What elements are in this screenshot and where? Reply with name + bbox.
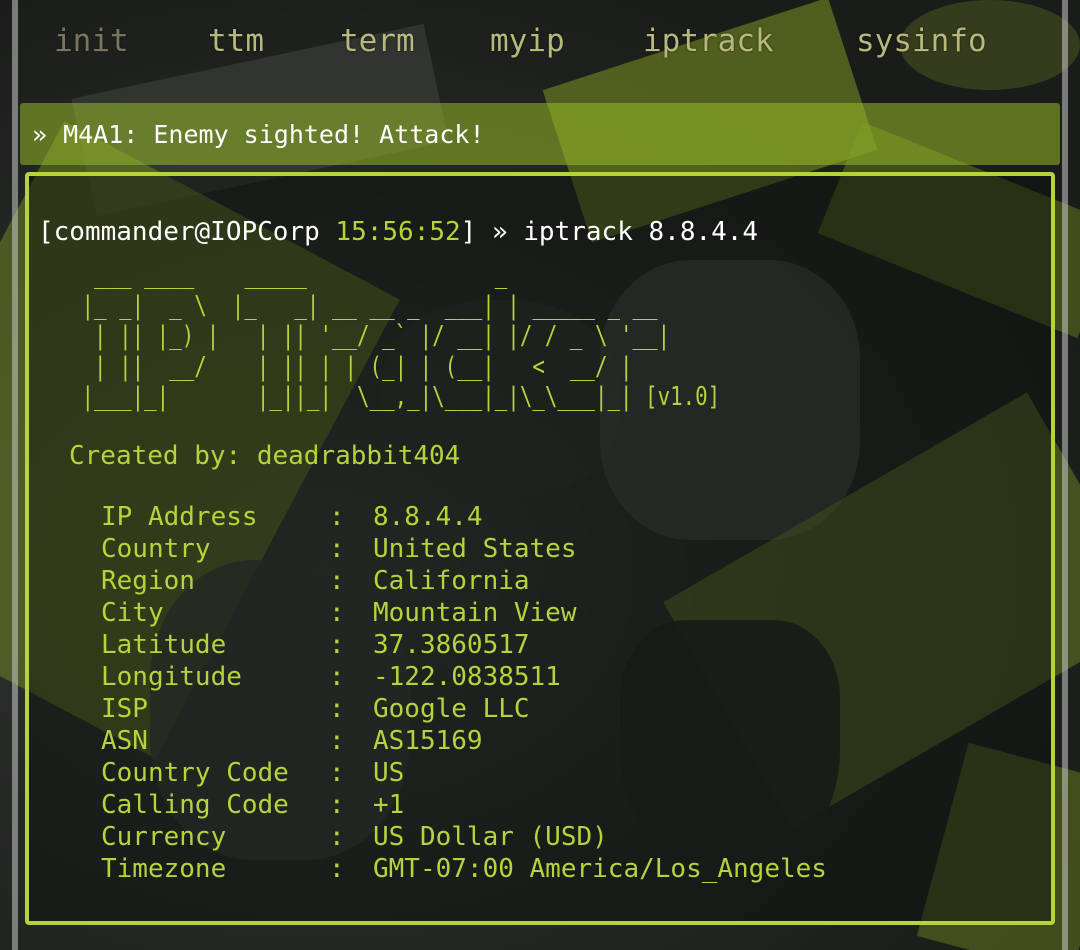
nav-item-iptrack[interactable]: iptrack bbox=[643, 18, 774, 64]
info-value: AS15169 bbox=[373, 726, 483, 756]
nav-item-myip[interactable]: myip bbox=[490, 18, 565, 64]
notification-text: M4A1: Enemy sighted! Attack! bbox=[63, 119, 485, 149]
created-by-text: Created by: deadrabbit404 bbox=[69, 441, 461, 471]
ip-info-list: IP Address:8.8.4.4 Country: United States R… bbox=[101, 501, 1001, 885]
nav-item-sysinfo[interactable]: sysinfo bbox=[856, 18, 987, 64]
info-key: City bbox=[101, 598, 164, 628]
info-key: ISP bbox=[101, 694, 148, 724]
prompt-close: ] » bbox=[460, 217, 524, 247]
info-row: Country: United States bbox=[101, 533, 1001, 565]
info-value: US Dollar (USD) bbox=[373, 822, 608, 852]
info-row: Currency: US Dollar (USD) bbox=[101, 821, 1001, 853]
info-row: Latitude:37.3860517 bbox=[101, 629, 1001, 661]
info-separator: : bbox=[329, 566, 345, 596]
info-value: California bbox=[373, 566, 530, 596]
info-value: GMT-07:00 America/Los_Angeles bbox=[373, 854, 827, 884]
info-separator: : bbox=[329, 502, 345, 532]
notification-arrow-icon: » bbox=[32, 119, 48, 149]
nav-item-term[interactable]: term bbox=[340, 18, 415, 64]
prompt-user-host: [commander@IOPCorp bbox=[38, 217, 336, 247]
info-value: Mountain View bbox=[373, 598, 577, 628]
info-key: Country bbox=[101, 534, 211, 564]
info-value: +1 bbox=[373, 790, 405, 820]
info-value: 8.8.4.4 bbox=[373, 502, 483, 532]
info-separator: : bbox=[329, 598, 345, 628]
prompt-command: iptrack 8.8.4.4 bbox=[523, 217, 759, 247]
info-value: 37.3860517 bbox=[373, 630, 530, 660]
info-separator: : bbox=[329, 790, 345, 820]
info-separator: : bbox=[329, 534, 345, 564]
info-row: Region: California bbox=[101, 565, 1001, 597]
top-nav: init ttm term myip iptrack sysinfo bbox=[0, 18, 1080, 66]
terminal-prompt-line: [commander@IOPCorp 15:56:52] » iptrack 8… bbox=[38, 212, 758, 252]
prompt-time: 15:56:52 bbox=[335, 217, 461, 247]
info-key: Currency bbox=[101, 822, 227, 852]
info-key: IP Address bbox=[101, 502, 258, 532]
info-row: ISP: Google LLC bbox=[101, 693, 1001, 725]
info-separator: : bbox=[329, 854, 345, 884]
info-key: Timezone bbox=[101, 854, 227, 884]
info-key: Calling Code bbox=[101, 790, 289, 820]
notification-bar: » M4A1: Enemy sighted! Attack! bbox=[20, 103, 1060, 165]
info-row: Country Code: US bbox=[101, 757, 1001, 789]
info-separator: : bbox=[329, 630, 345, 660]
info-row: Calling Code: +1 bbox=[101, 789, 1001, 821]
terminal-window[interactable]: [commander@IOPCorp 15:56:52] » iptrack 8… bbox=[25, 172, 1055, 925]
info-key: Latitude bbox=[101, 630, 227, 660]
info-value: -122.0838511 bbox=[373, 662, 561, 692]
info-row: IP Address:8.8.4.4 bbox=[101, 501, 1001, 533]
info-row: City: Mountain View bbox=[101, 597, 1001, 629]
nav-item-ttm[interactable]: ttm bbox=[208, 18, 264, 64]
info-separator: : bbox=[329, 662, 345, 692]
info-row: ASN: AS15169 bbox=[101, 725, 1001, 757]
info-row: Longitude: -122.0838511 bbox=[101, 661, 1001, 693]
info-value: US bbox=[373, 758, 405, 788]
nav-item-init[interactable]: init bbox=[54, 18, 129, 64]
info-key: ASN bbox=[101, 726, 148, 756]
info-key: Region bbox=[101, 566, 195, 596]
info-separator: : bbox=[329, 726, 345, 756]
info-key: Country Code bbox=[101, 758, 289, 788]
info-value: Google LLC bbox=[373, 694, 530, 724]
info-separator: : bbox=[329, 694, 345, 724]
info-separator: : bbox=[329, 822, 345, 852]
ascii-banner: ___ ____ _____ _ |_ _| _ \ |_ _| __ __ _… bbox=[81, 260, 721, 412]
info-value: United States bbox=[373, 534, 577, 564]
info-key: Longitude bbox=[101, 662, 242, 692]
info-separator: : bbox=[329, 758, 345, 788]
info-row: Timezone: GMT-07:00 America/Los_Angeles bbox=[101, 853, 1001, 885]
